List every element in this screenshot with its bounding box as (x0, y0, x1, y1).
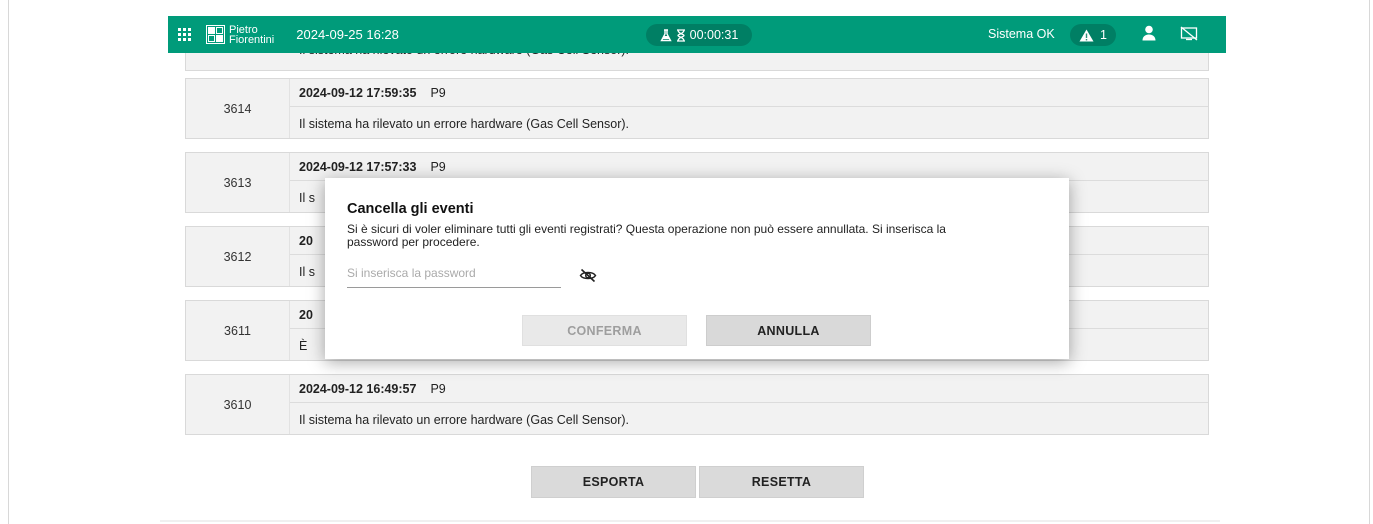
event-code: P9 (430, 381, 446, 396)
brand-logo: Pietro Fiorentini (206, 23, 275, 46)
dialog-message-line-1: Si è sicuri di voler eliminare tutti gli… (347, 222, 946, 236)
bottom-divider (160, 520, 1220, 522)
confirm-button[interactable]: CONFERMA (522, 315, 687, 346)
eye-off-icon[interactable] (579, 268, 597, 283)
hourglass-icon (676, 28, 685, 42)
warning-icon (1079, 29, 1094, 41)
password-field[interactable]: Si inserisca la password (347, 262, 561, 288)
delete-events-dialog: Cancella gli eventi Si è sicuri di voler… (325, 178, 1069, 359)
dialog-title: Cancella gli eventi (347, 201, 474, 217)
user-icon[interactable] (1142, 25, 1156, 41)
event-code: P9 (430, 159, 446, 174)
event-message: Il sistema ha rilevato un errore hardwar… (299, 412, 629, 427)
event-header: 2024-09-12 17:57:33 P9 (290, 153, 1208, 181)
timer-value: 00:00:31 (689, 28, 739, 42)
event-header: 2024-09-12 16:49:57 P9 (290, 375, 1208, 403)
event-id: 3614 (186, 79, 290, 138)
reset-button[interactable]: RESETTA (699, 466, 864, 498)
top-bar: Pietro Fiorentini 2024-09-25 16:28 00:00… (168, 16, 1226, 53)
event-message: Il sistema ha rilevato un errore hardwar… (299, 116, 629, 131)
flask-icon (659, 28, 672, 41)
logo-line-2: Fiorentini (229, 33, 275, 46)
event-id: 3612 (186, 227, 290, 286)
dialog-message: Si è sicuri di voler eliminare tutti gli… (347, 223, 1047, 249)
event-id: 3613 (186, 153, 290, 212)
event-row[interactable]: 3610 2024-09-12 16:49:57 P9 Il sistema h… (185, 374, 1209, 435)
event-timestamp: 20 (299, 233, 313, 248)
test-timer[interactable]: 00:00:31 (646, 24, 752, 46)
event-timestamp: 2024-09-12 16:49:57 (299, 381, 417, 396)
event-row[interactable]: 3614 2024-09-12 17:59:35 P9 Il sistema h… (185, 78, 1209, 139)
event-header: 2024-09-12 17:59:35 P9 (290, 79, 1208, 107)
logo-text: Pietro Fiorentini (229, 23, 275, 46)
event-timestamp: 2024-09-12 17:59:35 (299, 85, 417, 100)
event-code: P9 (430, 85, 446, 100)
event-timestamp: 2024-09-12 17:57:33 (299, 159, 417, 174)
logo-line-1: Pietro (229, 23, 258, 36)
logo-mark-icon (206, 25, 225, 44)
apps-grid-icon[interactable] (178, 27, 192, 42)
alert-count: 1 (1100, 28, 1107, 42)
display-off-icon[interactable] (1180, 26, 1198, 41)
event-timestamp: 20 (299, 307, 313, 322)
system-status: Sistema OK (988, 27, 1055, 41)
dialog-message-line-2: password per procedere. (347, 235, 480, 249)
cancel-button[interactable]: ANNULLA (706, 315, 871, 346)
export-button[interactable]: ESPORTA (531, 466, 696, 498)
event-id: 3610 (186, 375, 290, 434)
alerts-button[interactable]: 1 (1070, 24, 1116, 46)
current-datetime: 2024-09-25 16:28 (296, 27, 399, 42)
event-id: 3611 (186, 301, 290, 360)
